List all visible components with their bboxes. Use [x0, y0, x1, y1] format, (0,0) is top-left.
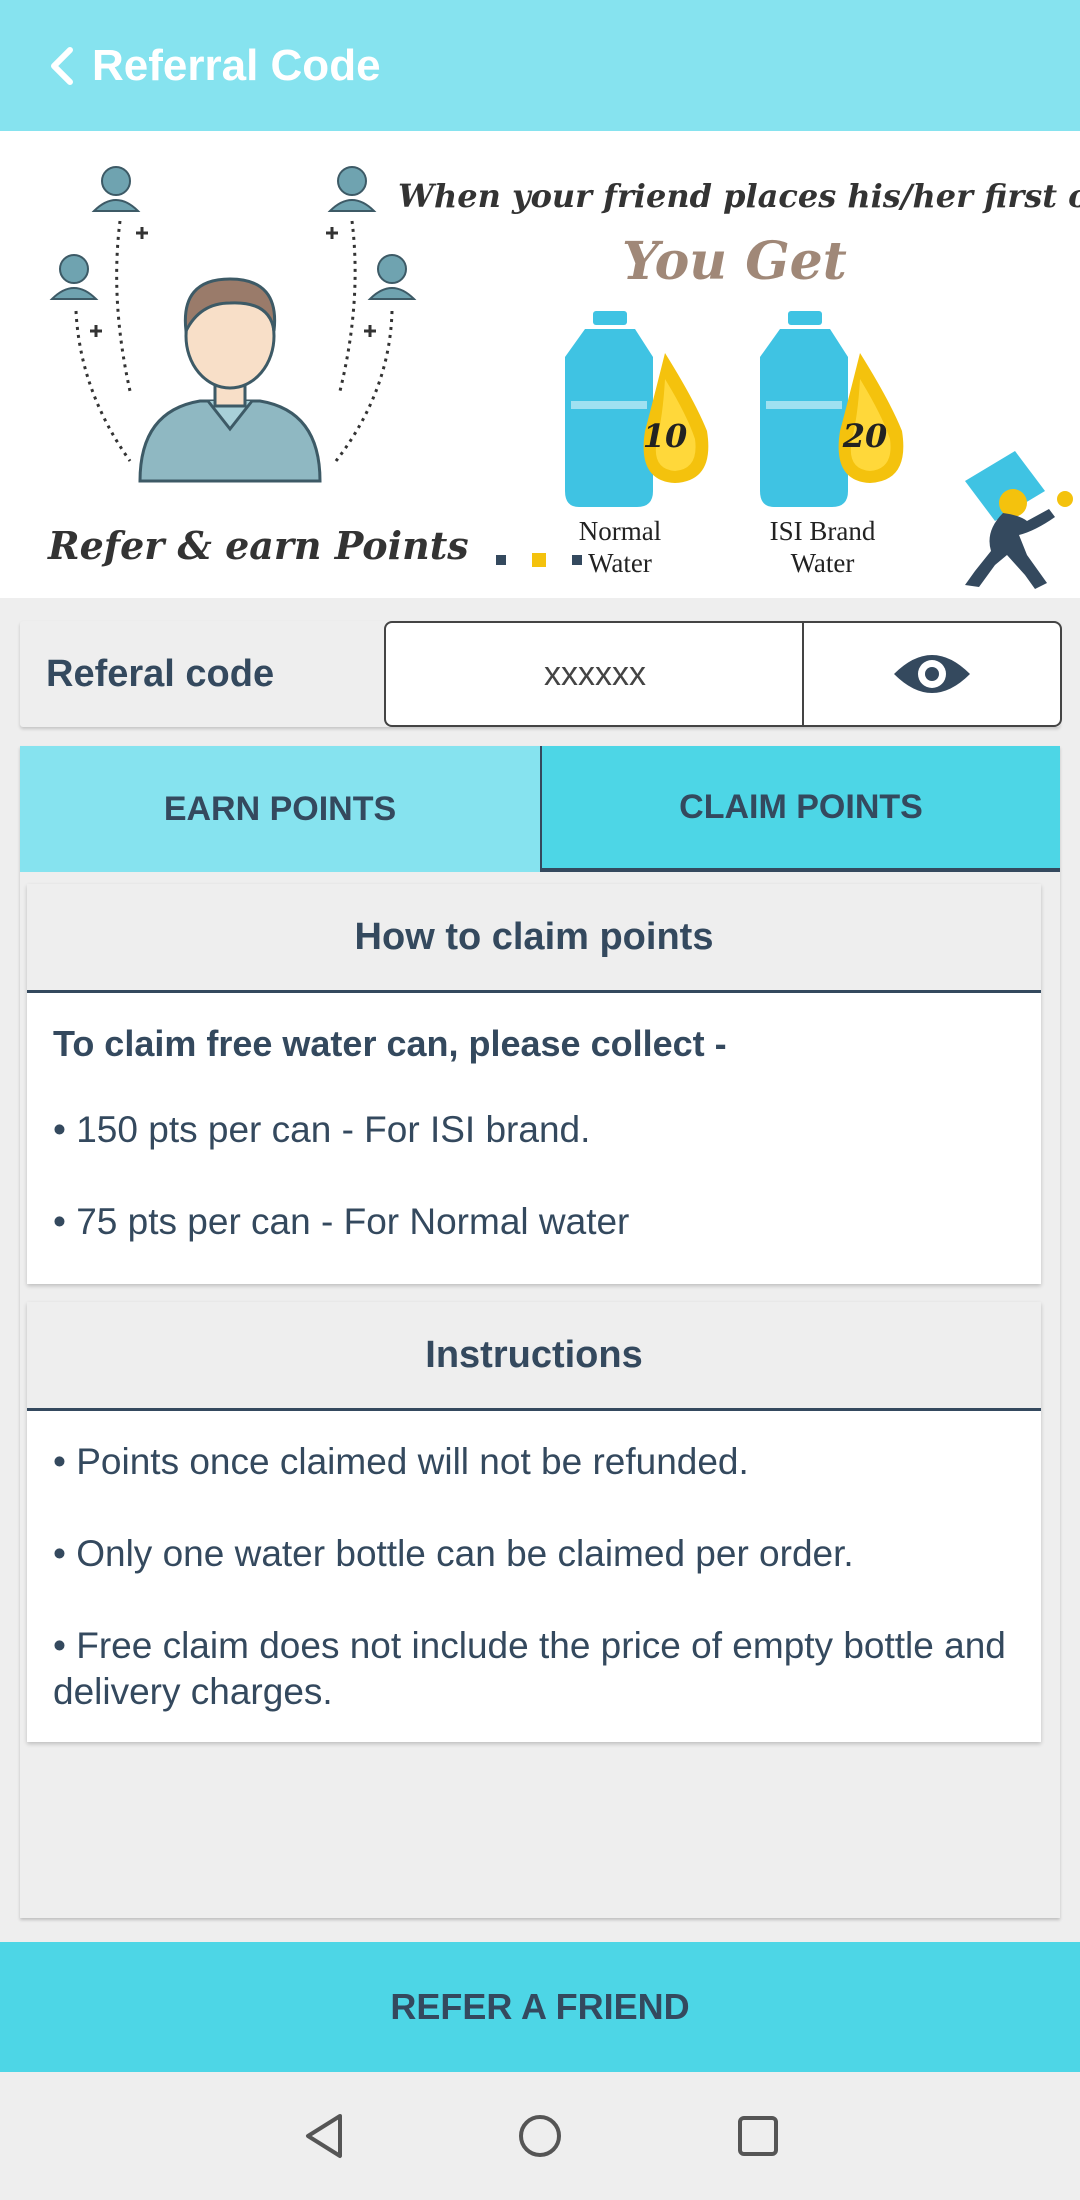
instruction-item: • Points once claimed will not be refund…	[53, 1441, 749, 1482]
nav-recents-button[interactable]	[728, 2106, 788, 2166]
banner-you-get: You Get	[622, 231, 847, 292]
banner-headline: When your friend places his/her first or…	[398, 177, 1080, 215]
app-bar: Referral Code	[0, 0, 1080, 131]
claim-points-card: How to claim points To claim free water …	[27, 884, 1041, 1284]
circle-home-icon	[519, 2115, 561, 2157]
nav-back-button[interactable]	[294, 2106, 354, 2166]
instructions-title: Instructions	[27, 1302, 1041, 1411]
referral-people-illustration	[49, 166, 417, 483]
instruction-item: • Only one water bottle can be claimed p…	[53, 1533, 854, 1574]
points-panel: EARN POINTS CLAIM POINTS How to claim po…	[20, 746, 1060, 1918]
back-button[interactable]	[34, 38, 90, 94]
system-nav-bar	[0, 2072, 1080, 2200]
can-value: 20	[842, 417, 888, 455]
instruction-item: • Free claim does not include the price …	[53, 1625, 1006, 1712]
claim-rule-item: • 75 pts per can - For Normal water	[53, 1201, 630, 1242]
claim-card-title: How to claim points	[27, 884, 1041, 993]
pager-dots	[496, 553, 582, 567]
triangle-back-icon	[306, 2114, 342, 2158]
banner-refer-text: Refer & earn Points	[48, 523, 469, 568]
refer-a-friend-button[interactable]: REFER A FRIEND	[0, 1942, 1080, 2072]
referral-banner: When your friend places his/her first or…	[0, 131, 1080, 598]
can-label: ISI Brand Water	[769, 516, 876, 578]
nav-home-button[interactable]	[510, 2106, 570, 2166]
referral-code-label: Referal code	[46, 653, 275, 695]
square-recents-icon	[738, 2116, 778, 2156]
page-title: Referral Code	[92, 41, 381, 90]
delivery-man-icon	[965, 451, 1073, 589]
referral-code-row: Referal code xxxxxx	[20, 621, 1062, 727]
water-can-icon	[565, 311, 709, 507]
claim-rule-item: • 150 pts per can - For ISI brand.	[53, 1109, 591, 1150]
referral-code-field[interactable]: xxxxxx	[384, 621, 804, 727]
chevron-left-icon	[51, 47, 73, 85]
reveal-code-button[interactable]	[802, 621, 1062, 727]
can-value: 10	[642, 417, 688, 455]
tab-earn-points[interactable]: EARN POINTS	[20, 746, 540, 872]
instructions-card: Instructions • Points once claimed will …	[27, 1302, 1041, 1742]
water-can-icon	[760, 311, 904, 507]
eye-icon	[894, 655, 970, 693]
tab-claim-points[interactable]: CLAIM POINTS	[540, 746, 1060, 872]
claim-card-subtitle: To claim free water can, please collect …	[53, 1023, 727, 1064]
